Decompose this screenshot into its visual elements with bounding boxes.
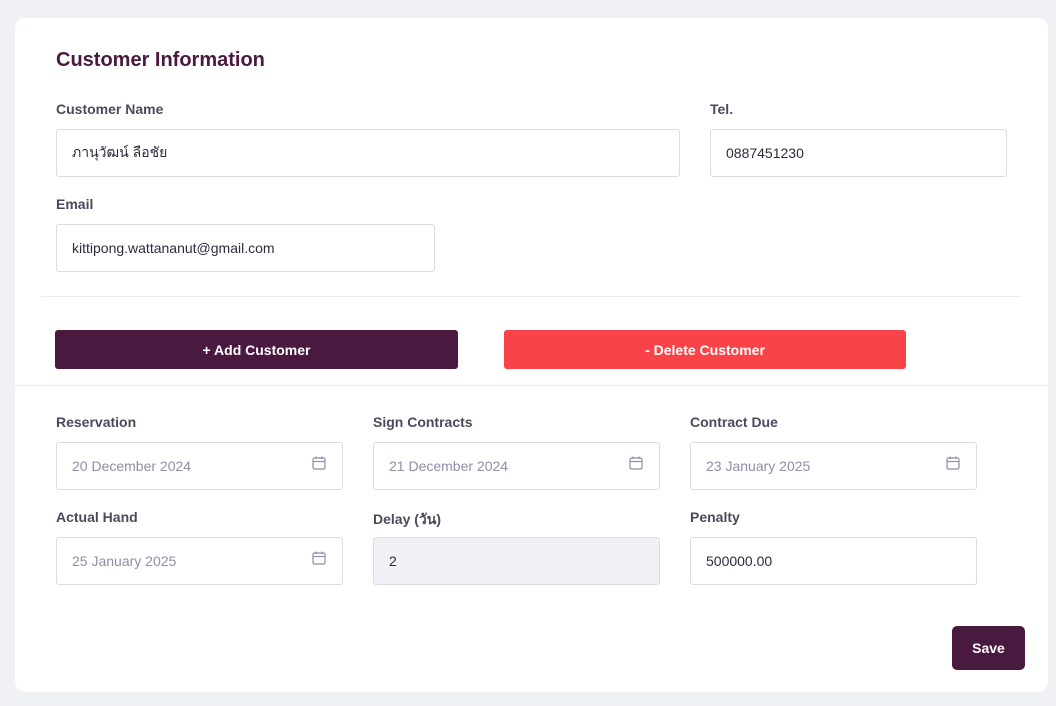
- delay-field: 2: [373, 537, 660, 585]
- tel-label: Tel.: [710, 101, 734, 117]
- actual-hand-date-field[interactable]: 25 January 2025: [56, 537, 343, 585]
- customer-name-field[interactable]: ภานุวัฒน์ ลือชัย: [56, 129, 680, 177]
- contract-due-label: Contract Due: [690, 414, 778, 430]
- customer-card: Customer Information Customer Name ภานุว…: [15, 18, 1048, 692]
- contract-due-date-value: 23 January 2025: [706, 458, 811, 474]
- contract-due-date-field[interactable]: 23 January 2025: [690, 442, 977, 490]
- tel-field[interactable]: 0887451230: [710, 129, 1007, 177]
- penalty-value: 500000.00: [706, 553, 773, 569]
- calendar-icon[interactable]: [945, 455, 961, 471]
- tel-value: 0887451230: [726, 145, 804, 161]
- customer-name-label: Customer Name: [56, 101, 164, 117]
- penalty-field[interactable]: 500000.00: [690, 537, 977, 585]
- save-button[interactable]: Save: [952, 626, 1025, 670]
- sign-contracts-date-value: 21 December 2024: [389, 458, 509, 474]
- delay-value: 2: [389, 553, 397, 569]
- actual-hand-label: Actual Hand: [56, 509, 138, 525]
- actual-hand-date-value: 25 January 2025: [72, 553, 177, 569]
- email-field[interactable]: kittipong.wattananut@gmail.com: [56, 224, 435, 272]
- calendar-icon[interactable]: [311, 550, 327, 566]
- reservation-date-field[interactable]: 20 December 2024: [56, 442, 343, 490]
- page-title: Customer Information: [56, 49, 265, 71]
- penalty-label: Penalty: [690, 509, 740, 525]
- delay-label: Delay (วัน): [373, 511, 442, 527]
- section-divider: [41, 296, 1021, 297]
- reservation-label: Reservation: [56, 414, 137, 430]
- full-divider: [15, 385, 1048, 386]
- calendar-icon[interactable]: [311, 455, 327, 471]
- sign-contracts-label: Sign Contracts: [373, 414, 473, 430]
- delete-customer-button[interactable]: - Delete Customer: [504, 330, 906, 369]
- calendar-icon[interactable]: [628, 455, 644, 471]
- reservation-date-value: 20 December 2024: [72, 458, 192, 474]
- customer-name-value: ภานุวัฒน์ ลือชัย: [72, 144, 168, 160]
- add-customer-button[interactable]: + Add Customer: [55, 330, 458, 369]
- email-value: kittipong.wattananut@gmail.com: [72, 240, 275, 256]
- sign-contracts-date-field[interactable]: 21 December 2024: [373, 442, 660, 490]
- email-label: Email: [56, 196, 94, 212]
